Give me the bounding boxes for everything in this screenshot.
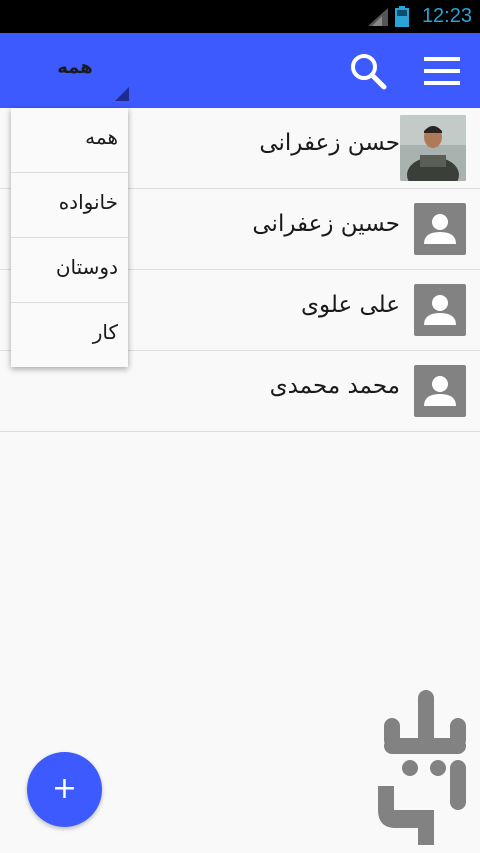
store-logo: [378, 690, 466, 845]
filter-option-label: همه: [85, 125, 118, 149]
filter-option-work[interactable]: کار: [11, 303, 128, 368]
add-contact-button[interactable]: +: [27, 752, 102, 827]
status-bar: 12:23: [0, 0, 480, 33]
menu-icon[interactable]: [420, 51, 464, 91]
person-icon: [424, 214, 456, 244]
app-bar: همه: [0, 33, 480, 108]
filter-dropdown[interactable]: همه: [20, 45, 130, 103]
filter-option-label: خانواده: [58, 190, 118, 214]
contact-name: حسین زعفرانی: [252, 211, 400, 237]
filter-option-family[interactable]: خانواده: [11, 173, 128, 238]
person-icon: [424, 376, 456, 406]
filter-option-label: کار: [92, 320, 118, 344]
search-icon[interactable]: [348, 51, 388, 91]
filter-option-friends[interactable]: دوستان: [11, 238, 128, 303]
contact-avatar: [414, 284, 466, 336]
person-icon: [424, 295, 456, 325]
filter-option-all[interactable]: همه: [11, 108, 128, 173]
filter-selected-value: همه: [57, 57, 93, 78]
contact-name: حسن زعفرانی: [259, 130, 400, 156]
filter-dropdown-menu: همه خانواده دوستان کار: [11, 108, 128, 367]
battery-icon: [395, 6, 409, 27]
contact-name: علی علوی: [300, 292, 400, 318]
contact-name: محمد محمدی: [269, 373, 400, 399]
contact-avatar: [414, 203, 466, 255]
person-photo-icon: [400, 115, 466, 181]
signal-icon: [368, 8, 388, 26]
dropdown-caret-icon: [115, 87, 129, 101]
contact-avatar: [414, 365, 466, 417]
filter-option-label: دوستان: [55, 255, 118, 279]
contact-photo: [400, 115, 466, 181]
add-icon: +: [51, 771, 78, 806]
status-clock: 12:23: [421, 5, 472, 27]
